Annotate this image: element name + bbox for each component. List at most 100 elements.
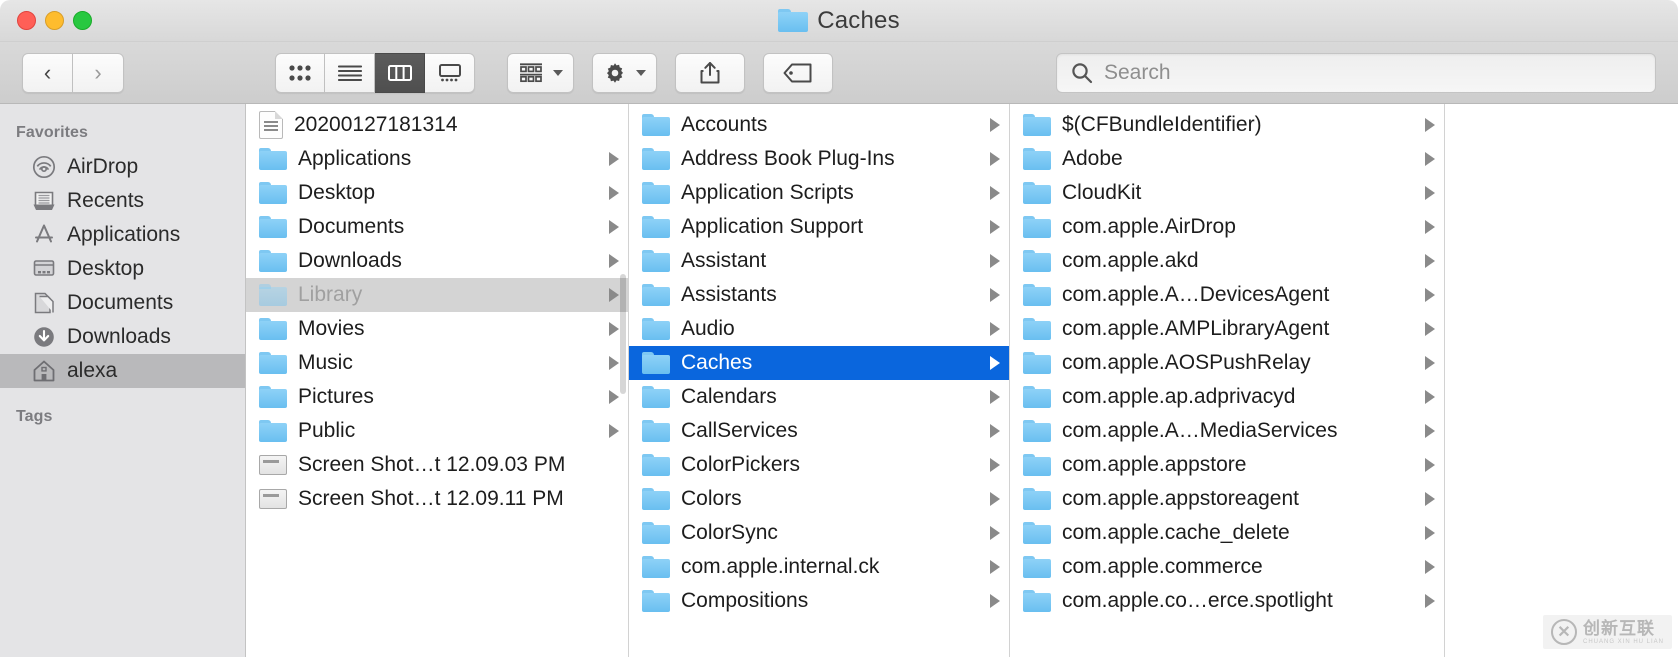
list-item[interactable]: Assistants xyxy=(629,278,1009,312)
disclosure-arrow-icon[interactable] xyxy=(1425,254,1435,268)
disclosure-arrow-icon[interactable] xyxy=(1425,118,1435,132)
list-item[interactable]: CallServices xyxy=(629,414,1009,448)
disclosure-arrow-icon[interactable] xyxy=(609,152,619,166)
disclosure-arrow-icon[interactable] xyxy=(1425,356,1435,370)
disclosure-arrow-icon[interactable] xyxy=(609,288,619,302)
disclosure-arrow-icon[interactable] xyxy=(990,288,1000,302)
action-menu-button[interactable] xyxy=(592,52,657,93)
list-item[interactable]: Desktop xyxy=(246,176,628,210)
list-item[interactable]: Applications xyxy=(246,142,628,176)
sidebar-item-downloads[interactable]: Downloads xyxy=(0,320,245,354)
list-item[interactable]: com.apple.AMPLibraryAgent xyxy=(1010,312,1444,346)
disclosure-arrow-icon[interactable] xyxy=(1425,220,1435,234)
list-item[interactable]: Adobe xyxy=(1010,142,1444,176)
column-scrollbar[interactable] xyxy=(620,274,626,394)
list-item[interactable]: Assistant xyxy=(629,244,1009,278)
list-item[interactable]: com.apple.A…MediaServices xyxy=(1010,414,1444,448)
close-button[interactable] xyxy=(17,11,36,30)
column-view-button[interactable] xyxy=(375,52,425,93)
list-item[interactable]: Audio xyxy=(629,312,1009,346)
disclosure-arrow-icon[interactable] xyxy=(990,492,1000,506)
disclosure-arrow-icon[interactable] xyxy=(990,254,1000,268)
disclosure-arrow-icon[interactable] xyxy=(609,356,619,370)
disclosure-arrow-icon[interactable] xyxy=(1425,322,1435,336)
disclosure-arrow-icon[interactable] xyxy=(609,390,619,404)
disclosure-arrow-icon[interactable] xyxy=(1425,186,1435,200)
disclosure-arrow-icon[interactable] xyxy=(1425,560,1435,574)
disclosure-arrow-icon[interactable] xyxy=(990,424,1000,438)
disclosure-arrow-icon[interactable] xyxy=(1425,492,1435,506)
list-view-button[interactable] xyxy=(325,52,375,93)
zoom-button[interactable] xyxy=(73,11,92,30)
list-item[interactable]: CloudKit xyxy=(1010,176,1444,210)
sidebar-item-alexa[interactable]: alexa xyxy=(0,354,245,388)
list-item[interactable]: Screen Shot…t 12.09.11 PM xyxy=(246,482,628,516)
list-item-selected[interactable]: Caches xyxy=(629,346,1009,380)
list-item[interactable]: com.apple.AirDrop xyxy=(1010,210,1444,244)
disclosure-arrow-icon[interactable] xyxy=(609,254,619,268)
edit-tags-button[interactable] xyxy=(763,52,833,93)
list-item[interactable]: Documents xyxy=(246,210,628,244)
list-item[interactable]: Calendars xyxy=(629,380,1009,414)
list-item[interactable]: com.apple.appstoreagent xyxy=(1010,482,1444,516)
list-item[interactable]: 20200127181314 xyxy=(246,108,628,142)
disclosure-arrow-icon[interactable] xyxy=(1425,526,1435,540)
list-item[interactable]: com.apple.akd xyxy=(1010,244,1444,278)
list-item[interactable]: Compositions xyxy=(629,584,1009,618)
disclosure-arrow-icon[interactable] xyxy=(990,594,1000,608)
list-item[interactable]: Public xyxy=(246,414,628,448)
list-item[interactable]: com.apple.internal.ck xyxy=(629,550,1009,584)
list-item[interactable]: com.apple.commerce xyxy=(1010,550,1444,584)
disclosure-arrow-icon[interactable] xyxy=(990,220,1000,234)
list-item[interactable]: com.apple.AOSPushRelay xyxy=(1010,346,1444,380)
list-item[interactable]: com.apple.co…erce.spotlight xyxy=(1010,584,1444,618)
list-item[interactable]: com.apple.appstore xyxy=(1010,448,1444,482)
disclosure-arrow-icon[interactable] xyxy=(1425,288,1435,302)
list-item[interactable]: Address Book Plug-Ins xyxy=(629,142,1009,176)
list-item[interactable]: Application Scripts xyxy=(629,176,1009,210)
disclosure-arrow-icon[interactable] xyxy=(1425,424,1435,438)
share-button[interactable] xyxy=(675,52,745,93)
list-item[interactable]: ColorSync xyxy=(629,516,1009,550)
search-field[interactable]: Search xyxy=(1056,52,1656,93)
list-item[interactable]: Music xyxy=(246,346,628,380)
list-item[interactable]: com.apple.A…DevicesAgent xyxy=(1010,278,1444,312)
sidebar-item-recents[interactable]: Recents xyxy=(0,184,245,218)
disclosure-arrow-icon[interactable] xyxy=(1425,390,1435,404)
minimize-button[interactable] xyxy=(45,11,64,30)
list-item[interactable]: ColorPickers xyxy=(629,448,1009,482)
disclosure-arrow-icon[interactable] xyxy=(609,322,619,336)
list-item[interactable]: Screen Shot…t 12.09.03 PM xyxy=(246,448,628,482)
disclosure-arrow-icon[interactable] xyxy=(990,390,1000,404)
list-item[interactable]: Movies xyxy=(246,312,628,346)
disclosure-arrow-icon[interactable] xyxy=(609,424,619,438)
sidebar-item-applications[interactable]: Applications xyxy=(0,218,245,252)
disclosure-arrow-icon[interactable] xyxy=(990,526,1000,540)
list-item[interactable]: Pictures xyxy=(246,380,628,414)
disclosure-arrow-icon[interactable] xyxy=(1425,594,1435,608)
disclosure-arrow-icon[interactable] xyxy=(609,220,619,234)
list-item[interactable]: com.apple.ap.adprivacyd xyxy=(1010,380,1444,414)
forward-button[interactable]: › xyxy=(73,52,124,93)
disclosure-arrow-icon[interactable] xyxy=(990,186,1000,200)
disclosure-arrow-icon[interactable] xyxy=(1425,458,1435,472)
list-item[interactable]: Downloads xyxy=(246,244,628,278)
list-item[interactable]: Accounts xyxy=(629,108,1009,142)
list-item-selected[interactable]: Library xyxy=(246,278,628,312)
gallery-view-button[interactable] xyxy=(425,52,475,93)
disclosure-arrow-icon[interactable] xyxy=(609,186,619,200)
list-item[interactable]: Application Support xyxy=(629,210,1009,244)
back-button[interactable]: ‹ xyxy=(22,52,73,93)
list-item[interactable]: Colors xyxy=(629,482,1009,516)
disclosure-arrow-icon[interactable] xyxy=(990,458,1000,472)
disclosure-arrow-icon[interactable] xyxy=(990,118,1000,132)
group-by-button[interactable] xyxy=(507,52,574,93)
list-item[interactable]: $(CFBundleIdentifier) xyxy=(1010,108,1444,142)
sidebar-item-airdrop[interactable]: AirDrop xyxy=(0,150,245,184)
list-item[interactable]: com.apple.cache_delete xyxy=(1010,516,1444,550)
sidebar-item-desktop[interactable]: Desktop xyxy=(0,252,245,286)
disclosure-arrow-icon[interactable] xyxy=(990,152,1000,166)
disclosure-arrow-icon[interactable] xyxy=(990,322,1000,336)
disclosure-arrow-icon[interactable] xyxy=(1425,152,1435,166)
disclosure-arrow-icon[interactable] xyxy=(990,356,1000,370)
